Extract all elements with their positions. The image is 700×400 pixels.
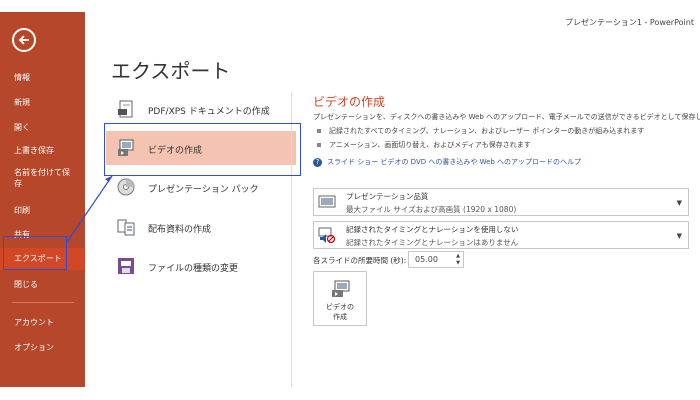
annotation-arrow (66, 175, 113, 243)
backstage-view: 情報 新規 開く 上書き保存 名前を付けて保存 印刷 共有 エクスポート 閉じる… (0, 0, 700, 400)
